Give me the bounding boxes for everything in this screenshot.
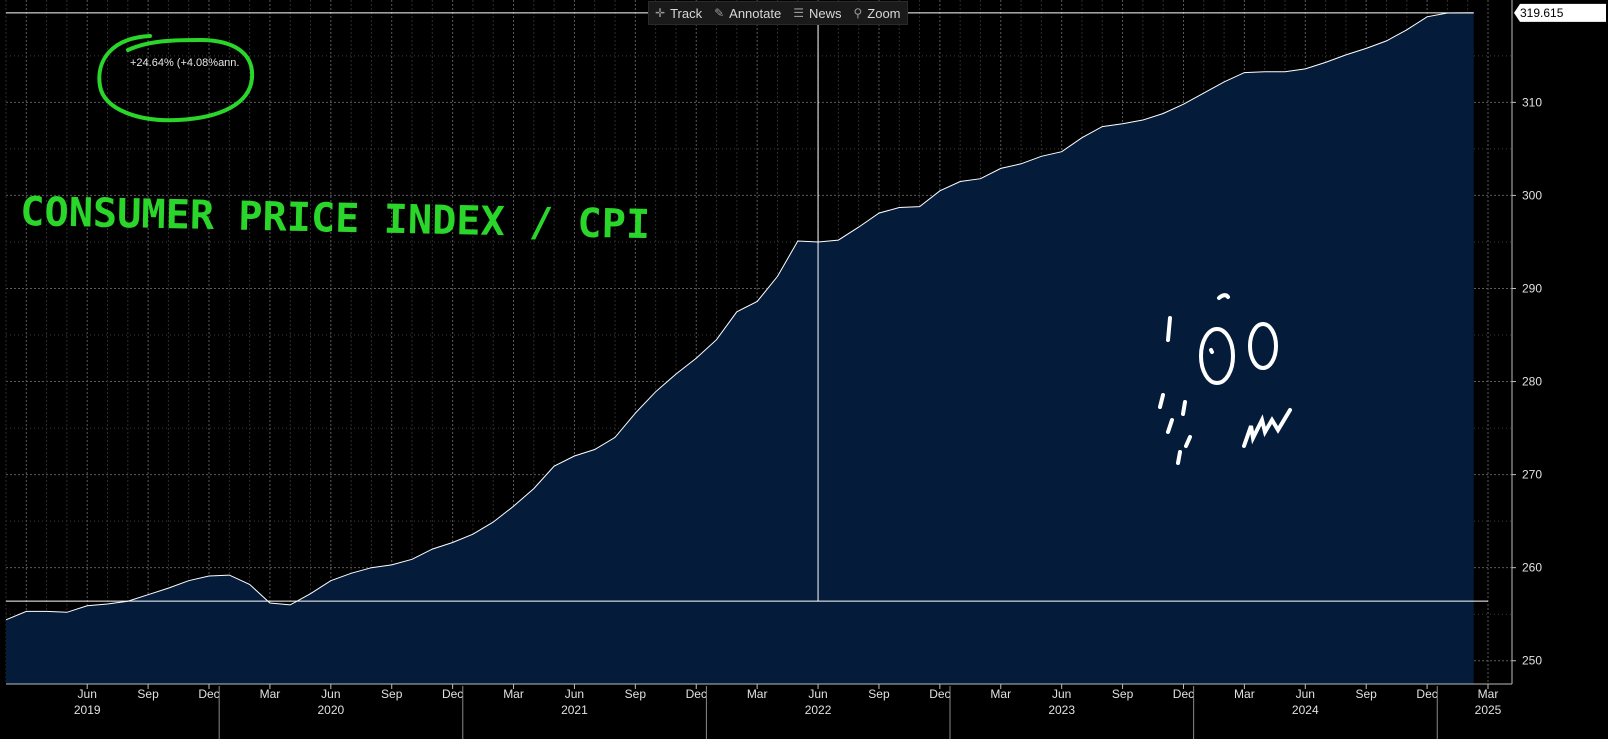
x-year-label: 2022 <box>805 703 832 717</box>
x-tick-label: Mar <box>1478 687 1499 701</box>
x-tick-label: Mar <box>1234 687 1255 701</box>
x-tick-label: Dec <box>686 687 707 701</box>
x-tick-label: Mar <box>503 687 524 701</box>
news-button[interactable]: ☰ News <box>787 2 847 24</box>
x-tick-label: Sep <box>381 687 403 701</box>
y-tick-label: 290 <box>1522 281 1542 295</box>
last-value-text: 319.615 <box>1520 6 1564 20</box>
x-tick-label: Dec <box>1173 687 1194 701</box>
x-tick-label: Jun <box>565 687 584 701</box>
x-tick-label: Jun <box>1052 687 1071 701</box>
y-tick-label: 280 <box>1522 375 1542 389</box>
x-tick-label: Sep <box>1112 687 1134 701</box>
x-tick-label: Jun <box>321 687 340 701</box>
y-tick-label: 250 <box>1522 654 1542 668</box>
x-tick-label: Mar <box>260 687 281 701</box>
y-axis: 250 260 270 280 290 300 310 <box>1512 95 1542 668</box>
cpi-chart: 250 260 270 280 290 300 310 Jun Sep Dec Mar Jun Sep… <box>5 0 1606 739</box>
x-tick-label: Mar <box>747 687 768 701</box>
x-tick-label: Mar <box>990 687 1011 701</box>
zoom-button[interactable]: ⚲ Zoom <box>847 2 906 24</box>
y-tick-label: 300 <box>1522 188 1542 202</box>
x-year-label: 2023 <box>1048 703 1075 717</box>
x-year-label: 2025 <box>1475 703 1502 717</box>
x-tick-label: Sep <box>137 687 159 701</box>
handwritten-title: CONSUMER PRICE INDEX / CPI <box>20 189 651 248</box>
x-tick-label: Dec <box>1416 687 1437 701</box>
chart-toolbar: ✛ Track ✎ Annotate ☰ News ⚲ Zoom <box>648 1 908 25</box>
y-tick-label: 310 <box>1522 95 1542 109</box>
x-tick-label: Sep <box>1356 687 1378 701</box>
x-tick-label: Jun <box>808 687 827 701</box>
pencil-icon: ✎ <box>714 6 725 20</box>
track-button[interactable]: ✛ Track <box>649 2 708 24</box>
x-tick-label: Dec <box>442 687 463 701</box>
x-tick-label: Sep <box>868 687 890 701</box>
x-year-label: 2021 <box>561 703 588 717</box>
x-year-label: 2020 <box>317 703 344 717</box>
news-label: News <box>808 5 842 21</box>
track-label: Track <box>670 5 703 21</box>
cpi-area-fill <box>6 12 1474 684</box>
y-tick-label: 260 <box>1522 561 1542 575</box>
zoom-label: Zoom <box>867 5 901 21</box>
x-tick-label: Dec <box>198 687 219 701</box>
magnifier-icon: ⚲ <box>853 6 863 20</box>
news-icon: ☰ <box>793 6 804 20</box>
x-tick-label: Dec <box>929 687 950 701</box>
change-annotation: +24.64% (+4.08%ann. <box>130 57 239 69</box>
last-value-label: 319.615 <box>1514 3 1606 22</box>
x-tick-label: Jun <box>78 687 97 701</box>
x-axis: Jun Sep Dec Mar Jun Sep Dec Mar Jun Sep Dec Mar Jun S… <box>74 684 1502 739</box>
annotate-label: Annotate <box>729 5 782 21</box>
annotate-button[interactable]: ✎ Annotate <box>708 2 787 24</box>
x-tick-label: Sep <box>625 687 647 701</box>
x-tick-label: Jun <box>1296 687 1315 701</box>
x-year-label: 2019 <box>74 703 101 717</box>
y-tick-label: 270 <box>1522 468 1542 482</box>
x-year-label: 2024 <box>1292 703 1319 717</box>
crosshair-icon: ✛ <box>655 6 666 20</box>
